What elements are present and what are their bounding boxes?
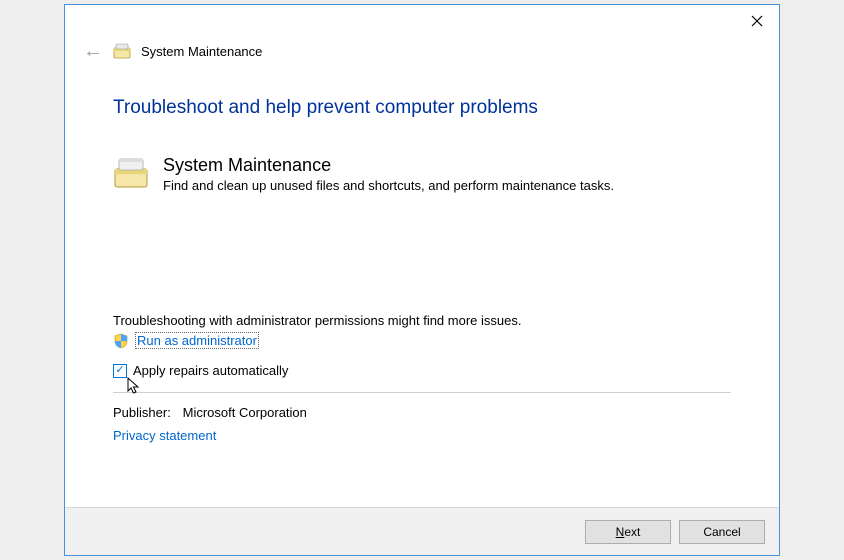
system-maintenance-block: System Maintenance Find and clean up unu… <box>113 155 731 193</box>
system-maintenance-icon <box>113 155 149 191</box>
next-button[interactable]: Next <box>585 520 671 544</box>
titlebar <box>65 5 779 37</box>
cancel-button[interactable]: Cancel <box>679 520 765 544</box>
apply-repairs-label: Apply repairs automatically <box>133 363 288 378</box>
header-row: ← System Maintenance <box>65 37 779 73</box>
back-arrow-icon[interactable]: ← <box>83 41 103 61</box>
close-icon <box>751 15 763 27</box>
privacy-statement-link[interactable]: Privacy statement <box>113 428 731 443</box>
header-title: System Maintenance <box>141 44 262 59</box>
publisher-row: Publisher: Microsoft Corporation <box>113 405 731 420</box>
main-heading: Troubleshoot and help prevent computer p… <box>113 97 731 119</box>
publisher-value: Microsoft Corporation <box>183 405 307 420</box>
publisher-label: Publisher: <box>113 405 179 420</box>
system-maintenance-small-icon <box>113 42 131 60</box>
run-as-administrator-link[interactable]: Run as administrator <box>135 332 259 349</box>
sm-title: System Maintenance <box>163 155 614 176</box>
close-button[interactable] <box>747 11 767 31</box>
checkmark-icon: ✓ <box>115 365 124 376</box>
admin-permissions-text: Troubleshooting with administrator permi… <box>113 313 731 328</box>
apply-repairs-checkbox[interactable]: ✓ <box>113 364 127 378</box>
admin-link-row: Run as administrator <box>113 332 731 349</box>
content-area: Troubleshoot and help prevent computer p… <box>65 73 779 507</box>
apply-repairs-row: ✓ Apply repairs automatically <box>113 363 731 378</box>
shield-icon <box>113 333 129 349</box>
troubleshooter-window: ← System Maintenance Troubleshoot and he… <box>64 4 780 556</box>
footer: Next Cancel <box>65 507 779 555</box>
divider <box>113 392 731 393</box>
sm-description: Find and clean up unused files and short… <box>163 178 614 193</box>
